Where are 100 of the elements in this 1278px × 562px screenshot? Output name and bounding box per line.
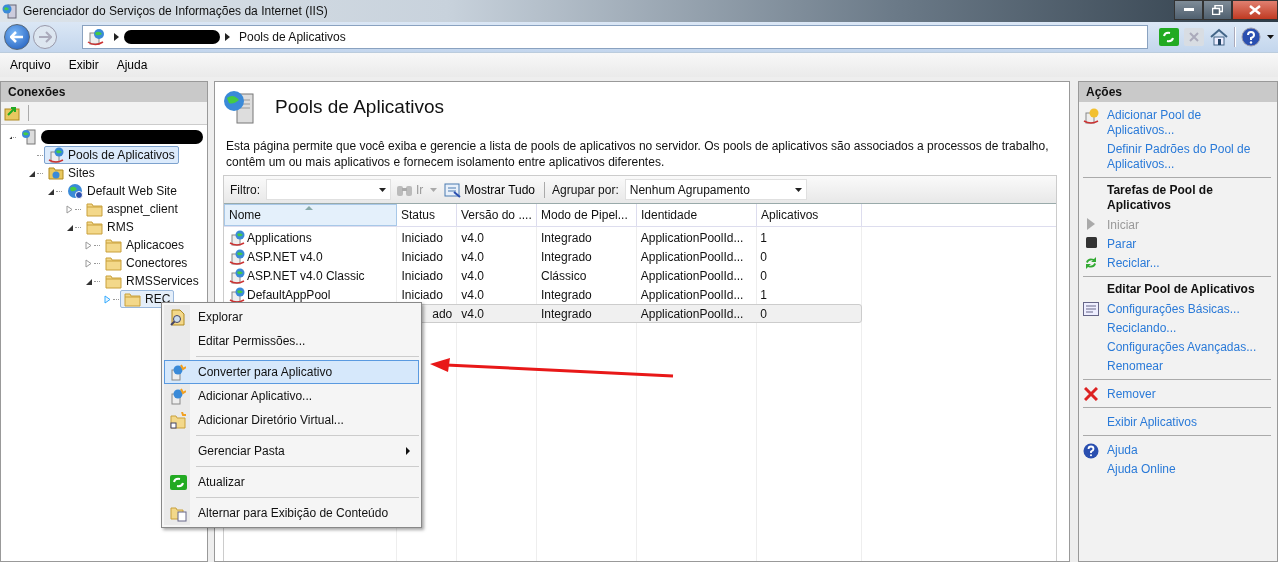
expand-icon[interactable] xyxy=(85,240,93,250)
table-cell: 1 xyxy=(760,287,767,302)
connect-icon[interactable] xyxy=(4,105,20,121)
column-header[interactable]: Nome xyxy=(224,204,397,226)
recycle-icon xyxy=(1084,256,1098,270)
table-cell: Integrado xyxy=(541,306,592,321)
action-link[interactable]: Definir Padrões do Pool de Aplicativos... xyxy=(1107,140,1271,174)
refresh-button[interactable] xyxy=(1159,28,1179,46)
app-icon xyxy=(2,3,18,19)
table-cell: Iniciado xyxy=(401,249,443,264)
tree-item[interactable]: RMS xyxy=(82,218,138,236)
table-cell: ASP.NET v4.0 Classic xyxy=(247,268,365,283)
column-header[interactable]: Modo de Pipel... xyxy=(537,204,637,226)
folder-icon xyxy=(105,273,122,289)
server-globe-icon xyxy=(223,90,257,124)
tree-item[interactable]: Aplicacoes xyxy=(101,236,189,254)
help-button[interactable] xyxy=(1241,27,1261,47)
tree-item[interactable]: Pools de Aplicativos xyxy=(44,146,179,164)
table-cell: ApplicationPoolId... xyxy=(640,268,744,283)
menu-item[interactable]: Adicionar Diretório Virtual... xyxy=(164,408,419,432)
minimize-button[interactable] xyxy=(1174,0,1203,20)
table-cell: Applications xyxy=(247,230,312,245)
menu-item[interactable]: Atualizar xyxy=(164,470,419,494)
folder-document-icon xyxy=(169,504,187,522)
close-button[interactable] xyxy=(1232,0,1278,20)
tree-item[interactable]: Default Web Site xyxy=(63,182,181,200)
action-link[interactable]: Exibir Aplicativos xyxy=(1107,413,1198,432)
table-cell: 0 xyxy=(760,306,767,321)
restore-button[interactable] xyxy=(1203,0,1232,20)
table-cell: Integrado xyxy=(541,249,592,264)
action-link[interactable]: Reciclando... xyxy=(1107,319,1177,338)
arrow-right-icon xyxy=(38,31,52,43)
action-link[interactable]: Ajuda xyxy=(1107,441,1138,460)
menu-item[interactable]: Converter para Aplicativo xyxy=(164,360,419,384)
menu-item[interactable]: Gerenciar Pasta xyxy=(164,439,419,463)
tree-item[interactable]: aspnet_client xyxy=(82,200,182,218)
menu-item[interactable]: Editar Permissões... xyxy=(164,329,419,353)
submenu-arrow-icon xyxy=(406,447,410,455)
menu-item[interactable]: Alternar para Exibição de Conteúdo xyxy=(164,501,419,525)
filter-field[interactable] xyxy=(266,179,391,200)
action-link[interactable]: Ajuda Online xyxy=(1107,460,1176,479)
restore-icon xyxy=(1212,5,1223,15)
group-by-label: Agrupar por: xyxy=(552,182,619,197)
folder-icon xyxy=(48,165,64,181)
menu-item[interactable]: Arquivo xyxy=(6,58,55,72)
caret-icon xyxy=(794,187,802,192)
menu-item[interactable]: Adicionar Aplicativo... xyxy=(164,384,419,408)
action-link[interactable]: Renomear xyxy=(1107,357,1164,376)
minimize-icon xyxy=(1183,8,1194,12)
breadcrumb-item[interactable]: Pools de Aplicativos xyxy=(239,30,346,44)
table-cell: v4.0 xyxy=(461,249,484,264)
table-cell: ASP.NET v4.0 xyxy=(247,249,323,264)
pool-icon xyxy=(229,229,245,246)
table-row[interactable]: ASP.NET v4.0 Iniciado v4.0 Integrado ApplicationPoolId... 0 xyxy=(224,247,862,266)
table-cell: ApplicationPoolId... xyxy=(640,306,744,321)
column-header[interactable]: Versão do .... xyxy=(457,204,537,226)
table-row[interactable]: DefaultAppPool Iniciado v4.0 Integrado ApplicationPoolId... 1 xyxy=(224,285,862,304)
menu-item[interactable]: Exibir xyxy=(64,58,103,72)
table-cell: Integrado xyxy=(541,230,592,245)
action-link[interactable]: Reciclar... xyxy=(1107,254,1160,273)
folder-icon xyxy=(86,201,103,217)
table-cell: v4.0 xyxy=(461,230,484,245)
filter-label: Filtro: xyxy=(230,182,260,197)
tree-item[interactable]: RMSServices xyxy=(101,272,203,290)
search-icon xyxy=(170,308,186,326)
expand-icon[interactable] xyxy=(85,258,93,268)
back-button[interactable] xyxy=(4,24,30,50)
address-bar[interactable]: Pools de Aplicativos xyxy=(82,25,1148,49)
folder-icon xyxy=(105,255,122,271)
show-all-button[interactable]: Mostrar Tudo xyxy=(442,181,538,198)
pool-icon xyxy=(48,147,64,163)
group-by-dropdown[interactable]: Nenhum Agrupamento xyxy=(624,179,807,200)
home-button[interactable] xyxy=(1209,28,1229,46)
settings-icon xyxy=(1083,302,1099,316)
table-cell: 1 xyxy=(760,230,767,245)
table-row[interactable]: Applications Iniciado v4.0 Integrado ApplicationPoolId... 1 xyxy=(224,228,862,247)
caret-icon xyxy=(379,187,386,192)
tree-item[interactable]: Conectores xyxy=(101,254,192,272)
table-cell: v4.0 xyxy=(461,268,484,283)
menu-item[interactable]: Ajuda xyxy=(112,58,152,72)
pool-icon xyxy=(229,248,245,265)
column-header[interactable]: Status xyxy=(397,204,457,226)
folder-icon xyxy=(170,411,186,429)
expand-icon[interactable] xyxy=(66,204,74,214)
action-link[interactable]: Configurações Básicas... xyxy=(1107,300,1240,319)
action-link[interactable]: Configurações Avançadas... xyxy=(1107,338,1257,357)
column-header[interactable]: Identidade xyxy=(637,204,757,226)
pool-icon xyxy=(1083,108,1099,124)
table-cell: Clássico xyxy=(541,268,587,283)
action-link[interactable]: Adicionar Pool de Aplicativos... xyxy=(1107,106,1271,140)
app-icon xyxy=(170,363,186,381)
action-link[interactable]: Parar xyxy=(1107,235,1137,254)
column-header[interactable]: Aplicativos xyxy=(757,204,862,226)
table-cell: DefaultAppPool xyxy=(247,287,331,302)
section-heading: Tarefas de Pool de Aplicativos xyxy=(1106,183,1214,213)
table-row[interactable]: ASP.NET v4.0 Classic Iniciado v4.0 Clássico ApplicationPoolId... 0 xyxy=(224,266,862,285)
list-search-icon xyxy=(444,181,463,198)
caret-icon[interactable] xyxy=(1267,35,1274,39)
tree-item[interactable]: Sites xyxy=(44,164,99,182)
action-link[interactable]: Remover xyxy=(1107,385,1156,404)
